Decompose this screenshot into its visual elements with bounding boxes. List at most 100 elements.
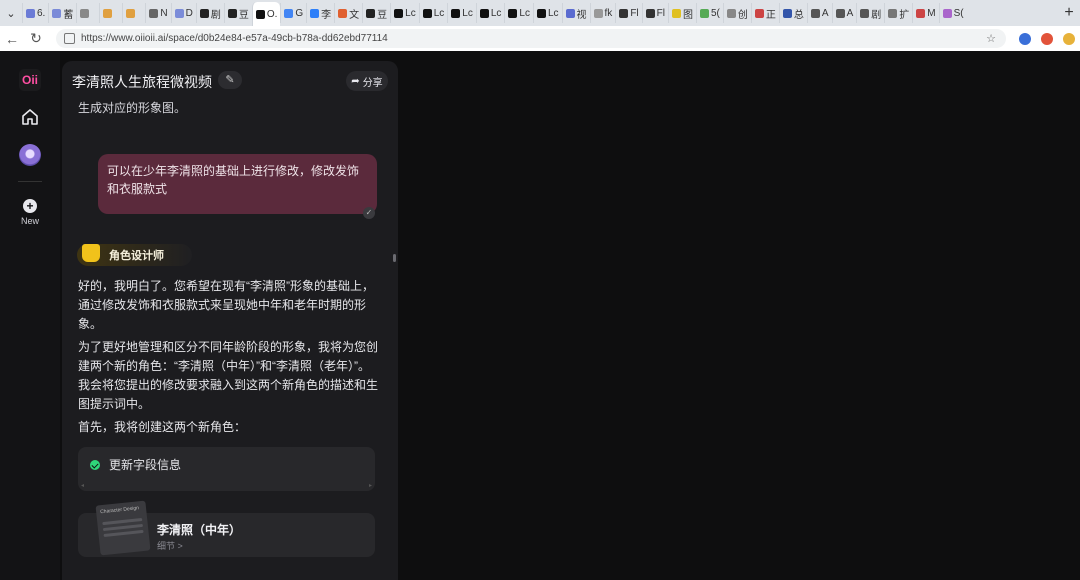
home-icon[interactable] bbox=[20, 107, 40, 127]
browser-tab[interactable]: fk bbox=[589, 3, 616, 23]
browser-tab[interactable]: Lc bbox=[475, 3, 505, 23]
crown-icon bbox=[82, 244, 100, 262]
browser-tab[interactable]: A bbox=[806, 3, 832, 23]
tab-label: 总 bbox=[793, 9, 804, 21]
tab-favicon-icon bbox=[149, 8, 159, 18]
tab-label: A bbox=[821, 7, 829, 19]
tab-label: Lc bbox=[547, 7, 559, 19]
tab-favicon-icon bbox=[103, 8, 113, 18]
tab-favicon-icon bbox=[310, 8, 320, 18]
browser-tab[interactable]: M bbox=[912, 3, 938, 23]
browser-tab[interactable]: 豆 bbox=[362, 3, 390, 23]
browser-tab[interactable]: 创 bbox=[722, 3, 751, 23]
reload-icon[interactable]: ↻ bbox=[24, 27, 48, 51]
site-info-icon[interactable] bbox=[64, 33, 75, 44]
tab-favicon-icon bbox=[479, 8, 489, 18]
share-button[interactable]: ➦ 分享 bbox=[346, 71, 388, 91]
tab-label: Lc bbox=[519, 7, 530, 19]
card-scrollbar[interactable]: ◂ ▸ bbox=[81, 482, 372, 489]
extension-icon-2[interactable] bbox=[1036, 28, 1058, 50]
tab-favicon-icon bbox=[536, 8, 546, 18]
edit-title-pencil-icon[interactable]: ✎ bbox=[218, 71, 242, 89]
chat-panel: 李清照人生旅程微视频 ✎ ➦ 分享 生成对应的形象图。 可以在少年李清照的基础上… bbox=[62, 61, 398, 580]
tab-label: A bbox=[846, 7, 854, 19]
browser-tab[interactable] bbox=[76, 3, 99, 23]
panel-scrollbar-thumb[interactable] bbox=[393, 254, 396, 262]
tab-favicon-icon bbox=[366, 8, 376, 18]
share-label: 分享 bbox=[362, 77, 383, 89]
tab-favicon-icon bbox=[645, 8, 655, 18]
new-label: New bbox=[20, 216, 39, 226]
tab-favicon-icon bbox=[754, 8, 764, 18]
tab-label: Lc bbox=[433, 7, 445, 19]
character-detail-link[interactable]: 细节 > bbox=[157, 539, 183, 552]
browser-tab[interactable]: Lc bbox=[447, 3, 476, 23]
browser-tab[interactable]: 剧 bbox=[856, 3, 884, 23]
browser-tab[interactable]: 正 bbox=[750, 3, 779, 23]
character-design-thumbnail: Character Design bbox=[95, 500, 151, 556]
browser-tab[interactable]: Lc bbox=[504, 3, 533, 23]
browser-tab[interactable]: D bbox=[170, 3, 196, 23]
tab-favicon-icon bbox=[916, 8, 926, 18]
tab-label: 创 bbox=[737, 9, 748, 21]
tab-label: S( bbox=[953, 7, 964, 19]
new-tab-plus-icon[interactable]: + bbox=[1058, 0, 1080, 26]
tab-favicon-icon bbox=[619, 8, 629, 18]
tab-favicon-icon bbox=[199, 8, 209, 18]
tab-search-chevron-icon[interactable]: ⌄ bbox=[0, 0, 22, 26]
browser-tab[interactable] bbox=[122, 3, 145, 23]
tab-label: fk bbox=[604, 7, 613, 19]
tab-label: 扩 bbox=[899, 9, 910, 21]
browser-tab[interactable]: S( bbox=[938, 3, 967, 23]
new-button[interactable]: + New bbox=[18, 199, 42, 226]
role-badge: 角色设计师 bbox=[77, 244, 192, 266]
browser-tab[interactable]: G bbox=[280, 3, 306, 23]
browser-tab[interactable]: 蓄 bbox=[48, 3, 76, 23]
extension-icon-3[interactable] bbox=[1058, 28, 1080, 50]
oii-logo[interactable]: Oii bbox=[19, 69, 41, 91]
browser-tab[interactable]: 豆 bbox=[223, 3, 252, 23]
new-plus-icon: + bbox=[23, 199, 37, 213]
browser-tab[interactable]: 李 bbox=[306, 3, 334, 23]
extension-icon-1[interactable] bbox=[1014, 28, 1036, 50]
tab-label: G bbox=[295, 7, 304, 19]
back-arrow-icon[interactable]: ← bbox=[0, 27, 24, 51]
tab-favicon-icon bbox=[700, 8, 709, 18]
browser-tab[interactable]: Lc bbox=[418, 3, 448, 23]
bookmark-star-icon[interactable]: ☆ bbox=[986, 32, 996, 45]
browser-tab[interactable]: 图 bbox=[668, 3, 696, 23]
tab-label: 图 bbox=[683, 9, 693, 21]
tab-label: N bbox=[160, 7, 168, 19]
browser-tab[interactable]: 剧 bbox=[195, 3, 224, 23]
tab-label: Lc bbox=[462, 7, 473, 19]
browser-tab-strip: ⌄ 6. 蓄 N D 剧 豆 O. G 李 文 豆 Lc Lc Lc Lc Lc Lc 视 fk Fl Fl 图 5(创 正 总… bbox=[0, 0, 1080, 26]
browser-tab[interactable]: A bbox=[831, 3, 857, 23]
browser-tab[interactable]: 文 bbox=[334, 3, 362, 23]
browser-tab[interactable]: 6. bbox=[22, 3, 48, 23]
user-avatar[interactable] bbox=[19, 144, 41, 166]
browser-tab[interactable]: Lc bbox=[390, 3, 419, 23]
url-field[interactable]: https://www.oiioii.ai/space/d0b24e84-e57… bbox=[56, 29, 1006, 48]
browser-tab[interactable]: 5( bbox=[696, 3, 723, 23]
browser-tab[interactable]: Fl bbox=[641, 3, 668, 23]
assistant-paragraph-2: 为了更好地管理和区分不同年龄阶段的形象，我将为您创建两个新的角色：“李清照（中年… bbox=[78, 340, 379, 411]
character-card[interactable]: Character Design 李清照（中年） 细节 > bbox=[78, 500, 375, 557]
url-text: https://www.oiioii.ai/space/d0b24e84-e57… bbox=[81, 33, 388, 44]
browser-tab[interactable]: 扩 bbox=[884, 3, 912, 23]
browser-tab[interactable]: Lc bbox=[532, 3, 562, 23]
tab-favicon-icon bbox=[860, 8, 870, 18]
message-read-check-icon: ✓ bbox=[363, 207, 375, 219]
browser-tab[interactable]: Fl bbox=[615, 3, 641, 23]
tab-favicon-icon bbox=[508, 8, 518, 18]
role-name: 角色设计师 bbox=[109, 250, 164, 262]
tab-favicon-icon bbox=[672, 8, 681, 18]
browser-tab[interactable] bbox=[99, 3, 122, 23]
status-card[interactable]: 更新字段信息 ◂ ▸ bbox=[78, 447, 375, 491]
tab-label: Lc bbox=[490, 7, 502, 19]
browser-tab[interactable]: 总 bbox=[778, 3, 807, 23]
tab-favicon-icon bbox=[126, 8, 136, 18]
browser-tab[interactable]: O. bbox=[251, 2, 281, 26]
tab-favicon-icon bbox=[227, 8, 237, 18]
browser-tab[interactable]: N bbox=[145, 3, 170, 23]
browser-tab[interactable]: 视 bbox=[561, 3, 590, 23]
